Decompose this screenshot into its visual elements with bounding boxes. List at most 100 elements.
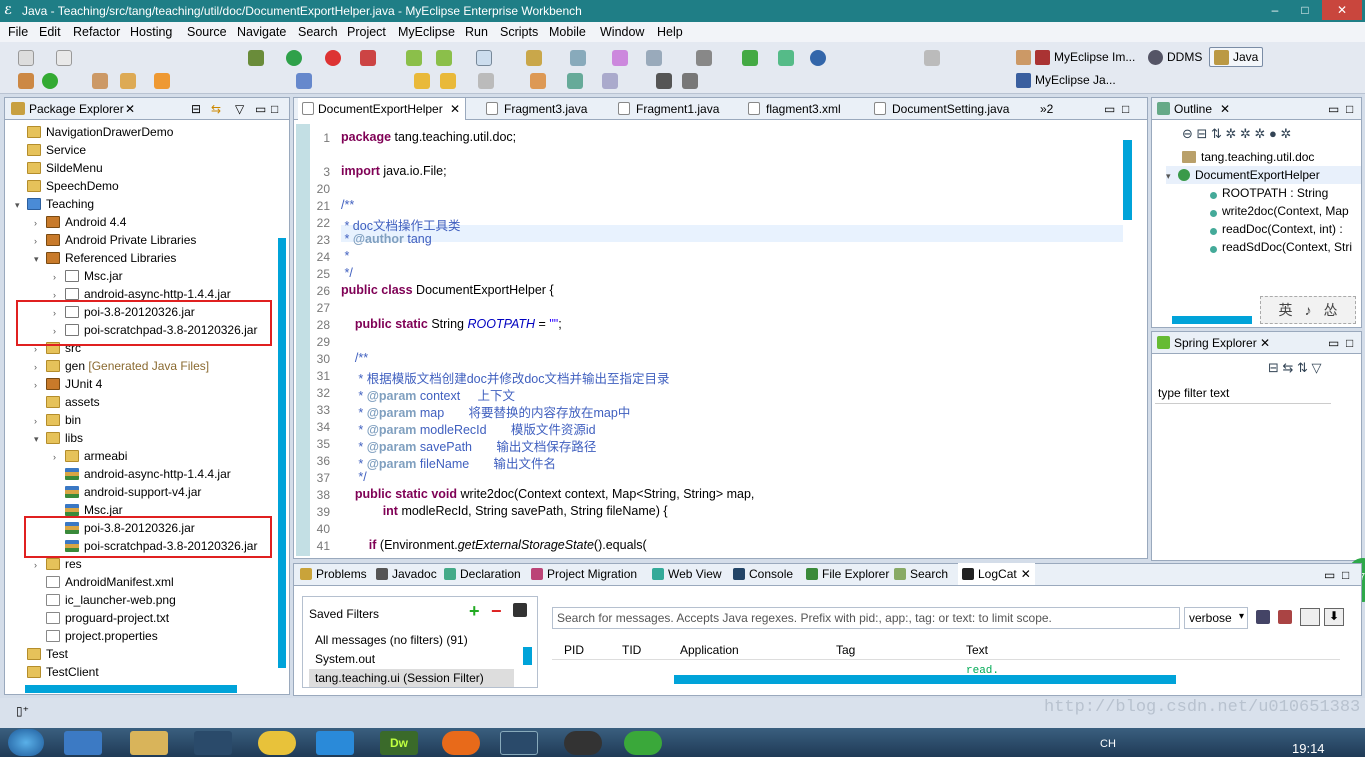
column-pid[interactable]: PID bbox=[564, 643, 584, 657]
tree-item[interactable]: project.properties bbox=[34, 627, 158, 645]
code-line[interactable]: */ bbox=[341, 470, 366, 484]
menu-help[interactable]: Help bbox=[657, 25, 683, 39]
menu-navigate[interactable]: Navigate bbox=[237, 25, 286, 39]
menu-edit[interactable]: Edit bbox=[39, 25, 61, 39]
clock[interactable]: 19:14 bbox=[1292, 741, 1325, 756]
tab-web-view[interactable]: Web View bbox=[652, 563, 722, 585]
menu-window[interactable]: Window bbox=[600, 25, 644, 39]
twisty-icon[interactable]: › bbox=[53, 268, 65, 286]
minimize-button[interactable]: – bbox=[1260, 0, 1290, 20]
menu-mobile[interactable]: Mobile bbox=[549, 25, 586, 39]
tab-document-setting-java[interactable]: DocumentSetting.java bbox=[872, 98, 1020, 120]
twisty-icon[interactable]: › bbox=[34, 358, 46, 376]
tab-document-export-helper[interactable]: DocumentExportHelper ✕ bbox=[298, 98, 466, 120]
tab-overflow[interactable]: »2 bbox=[1040, 102, 1053, 116]
menu-myeclipse[interactable]: MyEclipse bbox=[398, 25, 455, 39]
home-icon[interactable] bbox=[530, 73, 546, 89]
spring-filter-input[interactable]: type filter text bbox=[1155, 384, 1331, 404]
close-icon[interactable]: ✕ bbox=[1220, 102, 1230, 116]
spring-toolbar[interactable]: ⊟ ⇆ ⇅ ▽ bbox=[1268, 360, 1322, 376]
checklist-icon[interactable] bbox=[476, 50, 492, 66]
code-line[interactable]: */ bbox=[341, 266, 352, 280]
android-icon[interactable] bbox=[406, 50, 422, 66]
outline-tab[interactable]: Outline ✕ ▭ □ bbox=[1152, 98, 1361, 120]
tree-item[interactable]: NavigationDrawerDemo bbox=[15, 123, 173, 141]
code-line[interactable]: package tang.teaching.util.doc; bbox=[341, 130, 516, 144]
code-line[interactable]: public static String ROOTPATH = ""; bbox=[341, 317, 562, 331]
filter-item[interactable]: All messages (no filters) (91) bbox=[315, 633, 468, 647]
minimize-view-icon[interactable]: ▭ bbox=[255, 102, 266, 116]
tab-declaration[interactable]: Declaration bbox=[444, 563, 521, 585]
new-icon[interactable] bbox=[18, 50, 34, 66]
tree-item[interactable]: assets bbox=[34, 393, 100, 411]
package-explorer-tab[interactable]: Package Explorer ✕ ⊟ ⇆ ▽ ▭ □ bbox=[5, 98, 289, 120]
close-icon[interactable]: ✕ bbox=[125, 102, 135, 116]
collapse-all-icon[interactable]: ⊟ bbox=[191, 102, 201, 116]
tree-item[interactable]: proguard-project.txt bbox=[34, 609, 169, 627]
tab-problems[interactable]: Problems bbox=[300, 563, 367, 585]
clear-log-icon[interactable] bbox=[1278, 610, 1292, 624]
menu-file[interactable]: File bbox=[8, 25, 28, 39]
maximize-view-icon[interactable]: □ bbox=[1346, 336, 1353, 350]
package-icon[interactable] bbox=[526, 50, 542, 66]
tree-item[interactable]: › Android 4.4 bbox=[34, 213, 126, 231]
logcat-search-input[interactable]: Search for messages. Accepts Java regexe… bbox=[552, 607, 1180, 629]
maximize-view-icon[interactable]: □ bbox=[271, 102, 278, 116]
code-line[interactable]: int modleRecId, String savePath, String … bbox=[341, 504, 668, 518]
tree-item[interactable]: Service bbox=[15, 141, 86, 159]
back-icon[interactable] bbox=[414, 73, 430, 89]
logcat-scrollbar[interactable] bbox=[674, 675, 1176, 684]
tree-item[interactable]: › Msc.jar bbox=[53, 267, 123, 285]
filter-item-selected[interactable]: tang.teaching.ui (Session Filter) bbox=[309, 669, 514, 687]
taskbar-dreamweaver-icon[interactable]: Dw bbox=[380, 731, 418, 755]
stop-icon[interactable] bbox=[325, 50, 341, 66]
menu-hosting[interactable]: Hosting bbox=[130, 25, 172, 39]
tab-project-migration[interactable]: Project Migration bbox=[531, 563, 637, 585]
outline-method[interactable]: readSdDoc(Context, Stri bbox=[1210, 238, 1352, 256]
log-level-select[interactable]: verbose ▾ bbox=[1184, 607, 1248, 629]
language-indicator[interactable]: CH bbox=[1100, 738, 1116, 750]
taskbar-myeclipse-active-icon[interactable] bbox=[500, 731, 538, 755]
menu-run[interactable]: Run bbox=[465, 25, 488, 39]
tab-file-explorer[interactable]: File Explorer bbox=[806, 563, 889, 585]
open-icon[interactable] bbox=[92, 73, 108, 89]
tree-item[interactable]: ▾ libs bbox=[34, 429, 83, 447]
tree-item[interactable]: Test bbox=[15, 645, 68, 663]
maximize-view-icon[interactable]: □ bbox=[1346, 102, 1353, 116]
maximize-button[interactable]: □ bbox=[1290, 0, 1320, 20]
minimize-view-icon[interactable]: ▭ bbox=[1324, 568, 1335, 582]
code-line[interactable]: * @param fileName 输出文件名 bbox=[341, 453, 556, 472]
perspective-ddms[interactable]: DDMS bbox=[1148, 47, 1202, 67]
tree-item[interactable]: android-async-http-1.4.4.jar bbox=[53, 465, 231, 483]
deploy-icon[interactable] bbox=[696, 50, 712, 66]
tree-item[interactable]: ▾ Referenced Libraries bbox=[34, 249, 176, 267]
view-menu-icon[interactable]: ▽ bbox=[235, 102, 244, 116]
perspective-myeclipse-im[interactable]: MyEclipse Im... bbox=[1016, 47, 1135, 67]
editor-scrollbar[interactable] bbox=[1123, 140, 1132, 220]
bookmark-icon[interactable] bbox=[154, 73, 170, 89]
tab-javadoc[interactable]: Javadoc bbox=[376, 563, 437, 585]
add-filter-icon[interactable]: + bbox=[469, 601, 480, 622]
column-text[interactable]: Text bbox=[966, 643, 988, 657]
tree-item[interactable]: › JUnit 4 bbox=[34, 375, 102, 393]
spring-explorer-tab[interactable]: Spring Explorer ✕ ▭ □ bbox=[1152, 332, 1361, 354]
arrow-left-icon[interactable] bbox=[440, 73, 456, 89]
phone-icon[interactable] bbox=[656, 73, 672, 89]
close-icon[interactable]: ✕ bbox=[1021, 567, 1031, 581]
column-tid[interactable]: TID bbox=[622, 643, 641, 657]
server-icon[interactable] bbox=[742, 50, 758, 66]
perspective-myeclipse-ja[interactable]: MyEclipse Ja... bbox=[1016, 70, 1116, 90]
scroll-lock-icon[interactable]: ⬇ bbox=[1324, 608, 1344, 626]
toggle-panel-icon[interactable] bbox=[1300, 608, 1320, 626]
outline-toolbar[interactable]: ⊖ ⊟ ⇅ ✲ ✲ ✲ ● ✲ bbox=[1182, 126, 1357, 142]
code-line[interactable]: /** bbox=[341, 351, 368, 365]
code-line[interactable]: /** bbox=[341, 198, 354, 212]
minimize-view-icon[interactable]: ▭ bbox=[1104, 102, 1115, 116]
globe-icon[interactable] bbox=[810, 50, 826, 66]
remove-filter-icon[interactable]: − bbox=[491, 601, 502, 622]
tab-fragment3-java[interactable]: Fragment3.java bbox=[484, 98, 606, 120]
twisty-icon[interactable]: › bbox=[34, 232, 46, 250]
taskbar-myeclipse-icon[interactable] bbox=[194, 731, 232, 755]
code-line[interactable]: public class DocumentExportHelper { bbox=[341, 283, 554, 297]
tree-item[interactable]: › Android Private Libraries bbox=[34, 231, 196, 249]
